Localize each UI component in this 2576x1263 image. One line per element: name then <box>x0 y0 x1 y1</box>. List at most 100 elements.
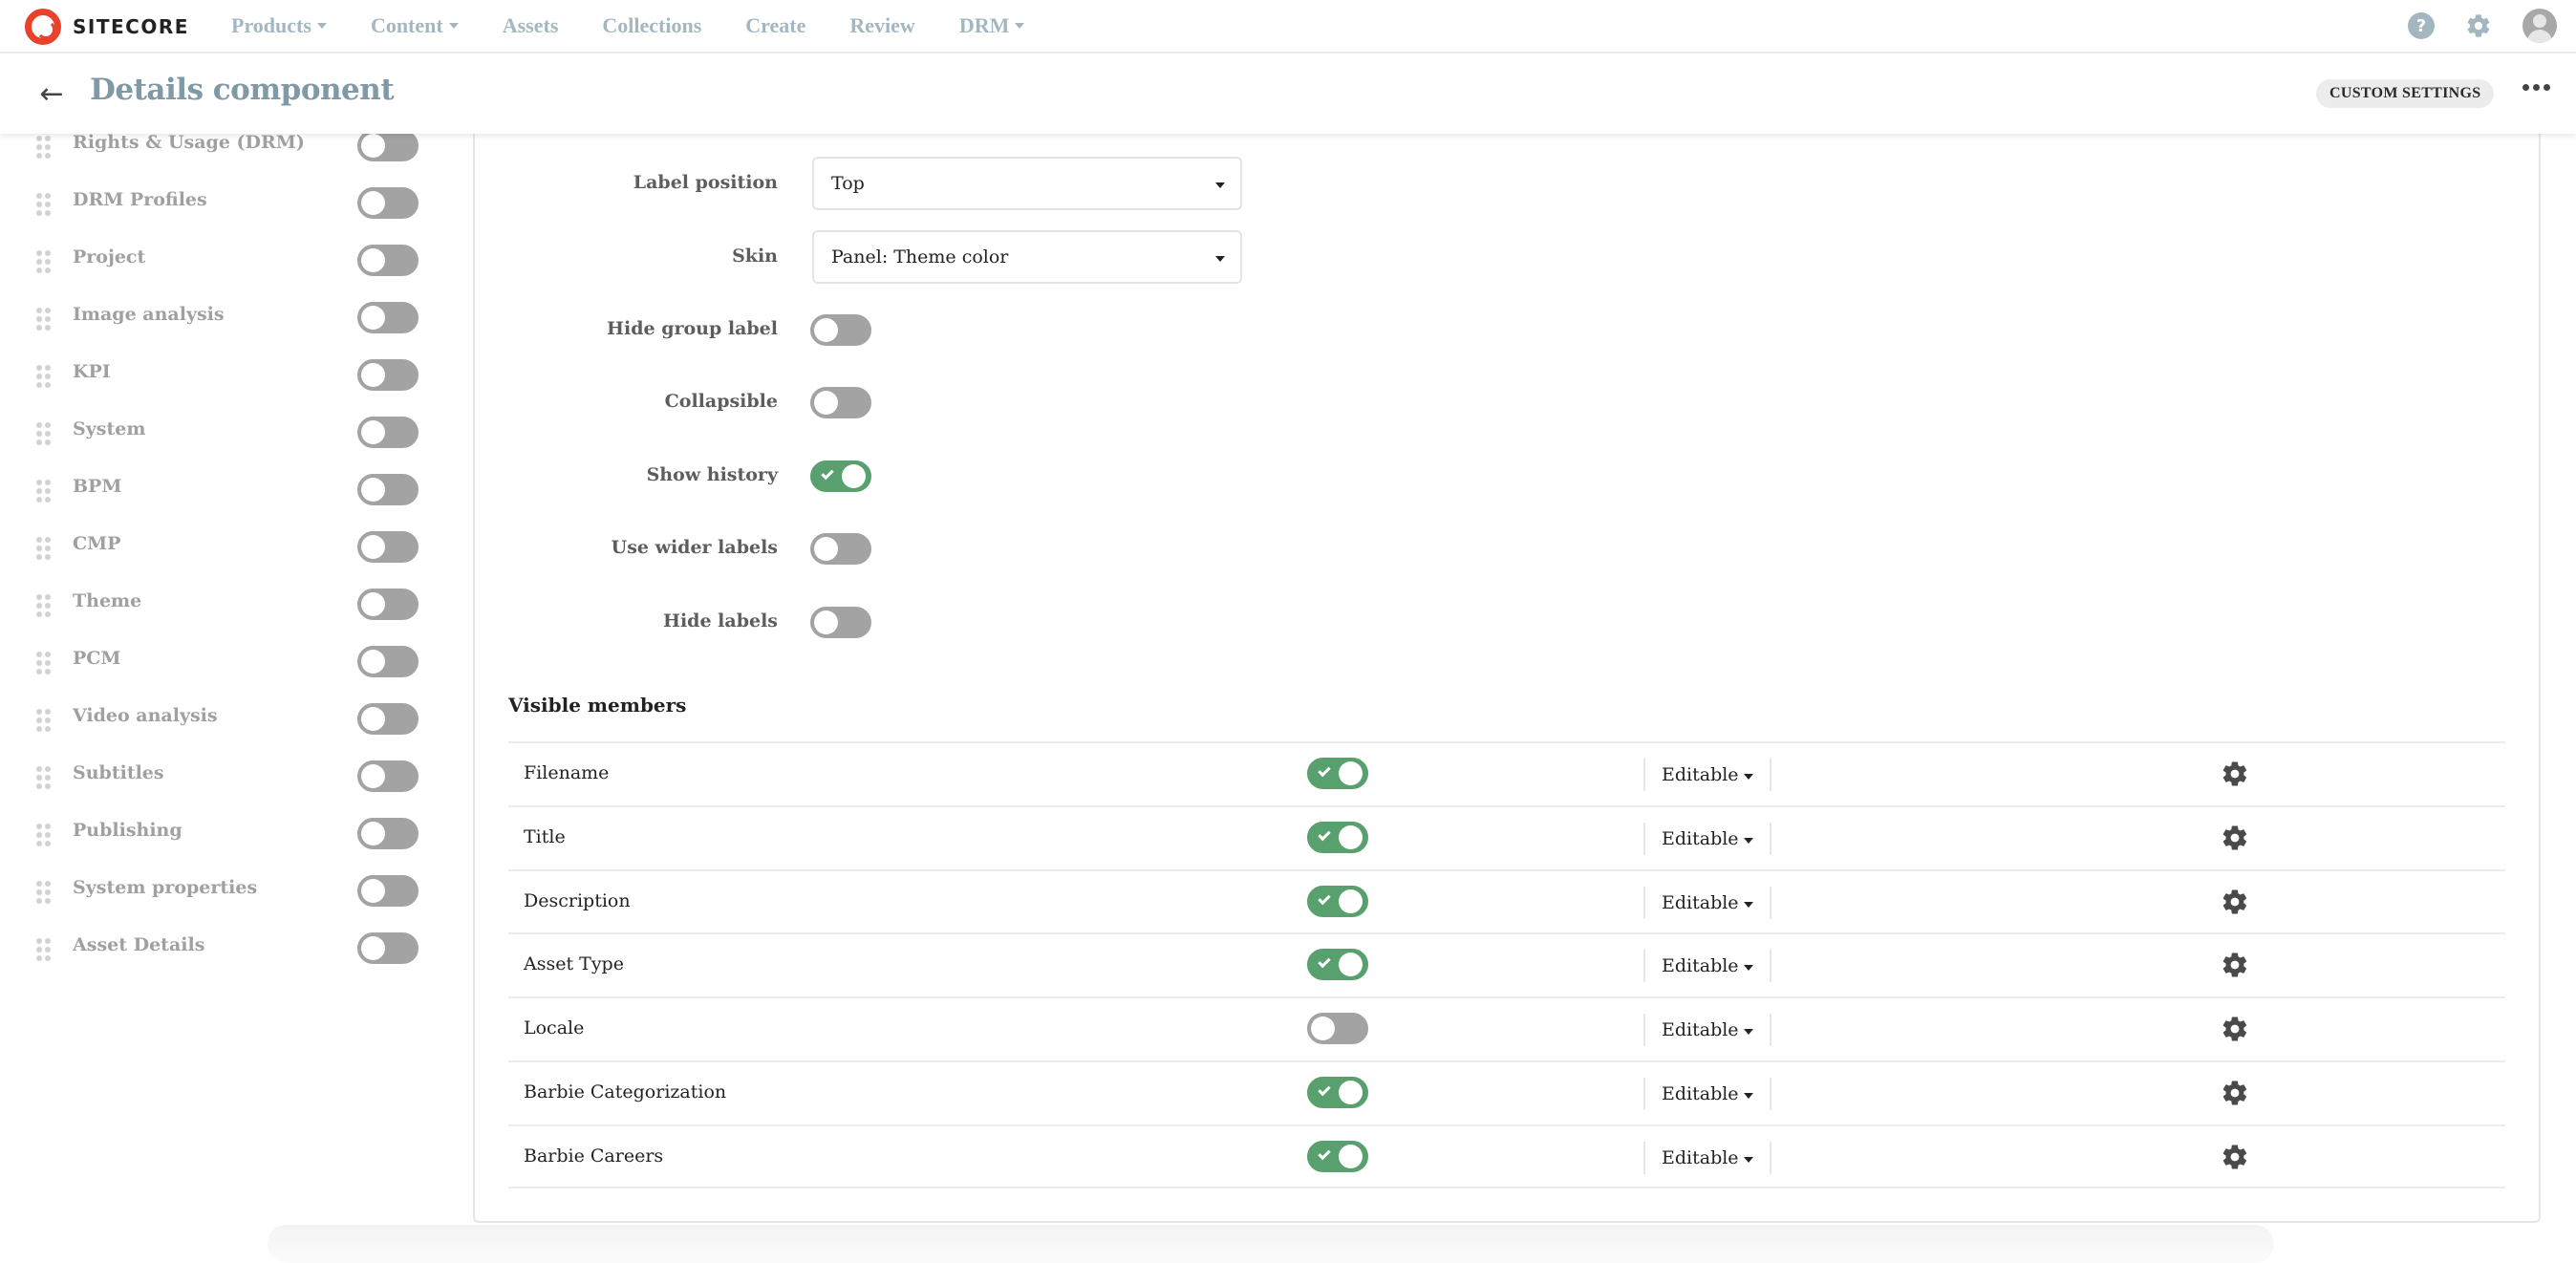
member-settings-gear-icon[interactable] <box>2221 1143 2249 1171</box>
sidebar-item-toggle[interactable] <box>357 589 419 620</box>
back-arrow-icon[interactable]: ← <box>36 77 67 111</box>
drag-handle-icon[interactable] <box>36 881 52 904</box>
member-settings-gear-icon[interactable] <box>2221 1015 2249 1043</box>
collapsible-row: Collapsible <box>473 374 1333 431</box>
sidebar-item: BPM <box>0 460 449 518</box>
hide-labels-toggle[interactable] <box>810 607 871 638</box>
member-visibility-toggle[interactable] <box>1307 1140 1368 1172</box>
member-settings-gear-icon[interactable] <box>2221 824 2249 852</box>
permission-dropdown[interactable]: Editable <box>1643 886 1771 919</box>
nav-item-review[interactable]: Review <box>849 13 914 38</box>
show-history-toggle[interactable] <box>810 460 871 492</box>
sidebar-item-toggle[interactable] <box>357 359 419 391</box>
member-visibility-toggle[interactable] <box>1307 821 1368 853</box>
sidebar-item-toggle[interactable] <box>357 245 419 276</box>
toggle-knob <box>361 248 385 272</box>
sidebar-item-toggle[interactable] <box>357 130 419 161</box>
skin-label: Skin <box>732 246 778 267</box>
sidebar-item-toggle[interactable] <box>357 531 419 563</box>
hide-group-label-toggle[interactable] <box>810 314 871 346</box>
permission-label: Editable <box>1662 1019 1739 1041</box>
user-avatar-icon[interactable] <box>2522 9 2557 43</box>
member-visibility-toggle[interactable] <box>1307 758 1368 789</box>
drag-handle-icon[interactable] <box>36 250 52 273</box>
sidebar-item-label: Asset Details <box>73 934 205 955</box>
drag-handle-icon[interactable] <box>36 422 52 445</box>
caret-down-icon <box>1743 1093 1753 1099</box>
drag-handle-icon[interactable] <box>36 594 52 617</box>
checkmark-icon <box>821 466 834 481</box>
drag-handle-icon[interactable] <box>36 938 52 961</box>
sidebar-item-toggle[interactable] <box>357 417 419 448</box>
permission-label: Editable <box>1662 764 1739 785</box>
nav-item-products[interactable]: Products <box>231 13 327 38</box>
label-position-label: Label position <box>633 172 778 193</box>
help-icon[interactable]: ? <box>2408 12 2435 39</box>
brand-name: SITECORE <box>73 15 189 38</box>
caret-down-icon <box>1743 1156 1753 1163</box>
sidebar-item: System <box>0 403 449 460</box>
sidebar-item-toggle[interactable] <box>357 302 419 333</box>
caret-down-icon <box>1015 23 1025 29</box>
sidebar-item-label: Publishing <box>73 820 182 841</box>
nav-item-label: Content <box>370 13 443 37</box>
member-settings-gear-icon[interactable] <box>2221 888 2249 916</box>
nav-item-assets[interactable]: Assets <box>503 13 559 38</box>
sidebar-item-toggle[interactable] <box>357 818 419 849</box>
nav-item-drm[interactable]: DRM <box>959 13 1025 38</box>
toggle-knob <box>1311 1017 1335 1041</box>
drag-handle-icon[interactable] <box>36 537 52 560</box>
sitecore-logo[interactable]: SITECORE <box>25 9 189 45</box>
hide-group-label-row: Hide group label <box>473 301 1333 358</box>
more-options-icon[interactable] <box>2522 84 2550 91</box>
nav-item-content[interactable]: Content <box>371 13 459 38</box>
skin-select[interactable]: Panel: Theme color <box>812 230 1242 284</box>
drag-handle-icon[interactable] <box>36 136 52 159</box>
settings-gear-icon[interactable] <box>2465 12 2492 39</box>
use-wider-labels-toggle[interactable] <box>810 533 871 565</box>
sidebar-item: DRM Profiles <box>0 174 449 231</box>
permission-dropdown[interactable]: Editable <box>1643 759 1771 791</box>
drag-handle-icon[interactable] <box>36 308 52 331</box>
drag-handle-icon[interactable] <box>36 709 52 732</box>
member-settings-gear-icon[interactable] <box>2221 1079 2249 1107</box>
permission-dropdown[interactable]: Editable <box>1643 1141 1771 1174</box>
member-visibility-toggle[interactable] <box>1307 1013 1368 1045</box>
caret-down-icon <box>1743 837 1753 844</box>
label-position-select[interactable]: Top <box>812 157 1242 210</box>
sidebar-item: KPI <box>0 346 449 403</box>
drag-handle-icon[interactable] <box>36 766 52 789</box>
sidebar-item: Theme <box>0 575 449 632</box>
member-settings-gear-icon[interactable] <box>2221 760 2249 788</box>
sidebar-item: System properties <box>0 862 449 919</box>
nav-item-create[interactable]: Create <box>745 13 805 38</box>
drag-handle-icon[interactable] <box>36 365 52 388</box>
toggle-knob <box>361 420 385 444</box>
member-visibility-toggle[interactable] <box>1307 949 1368 981</box>
sidebar-item-toggle[interactable] <box>357 932 419 964</box>
use-wider-labels-row: Use wider labels <box>473 520 1333 577</box>
permission-dropdown[interactable]: Editable <box>1643 1078 1771 1110</box>
collapsible-toggle[interactable] <box>810 387 871 418</box>
sidebar-item: PCM <box>0 632 449 690</box>
drag-handle-icon[interactable] <box>36 480 52 503</box>
member-settings-gear-icon[interactable] <box>2221 951 2249 979</box>
member-visibility-toggle[interactable] <box>1307 1077 1368 1108</box>
drag-handle-icon[interactable] <box>36 652 52 674</box>
sidebar-item-toggle[interactable] <box>357 187 419 219</box>
drag-handle-icon[interactable] <box>36 824 52 846</box>
permission-dropdown[interactable]: Editable <box>1643 950 1771 983</box>
sidebar-item-toggle[interactable] <box>357 474 419 505</box>
permission-dropdown[interactable]: Editable <box>1643 822 1771 855</box>
sidebar-item: Project <box>0 231 449 289</box>
drag-handle-icon[interactable] <box>36 193 52 216</box>
member-row: Filename Editable <box>508 741 2505 805</box>
member-visibility-toggle[interactable] <box>1307 885 1368 917</box>
sidebar-item-toggle[interactable] <box>357 760 419 792</box>
sidebar-item-toggle[interactable] <box>357 646 419 677</box>
sidebar-item-toggle[interactable] <box>357 875 419 907</box>
permission-dropdown[interactable]: Editable <box>1643 1014 1771 1047</box>
nav-item-collections[interactable]: Collections <box>602 13 701 38</box>
sidebar-item-toggle[interactable] <box>357 703 419 735</box>
custom-settings-button[interactable]: CUSTOM SETTINGS <box>2316 79 2495 108</box>
